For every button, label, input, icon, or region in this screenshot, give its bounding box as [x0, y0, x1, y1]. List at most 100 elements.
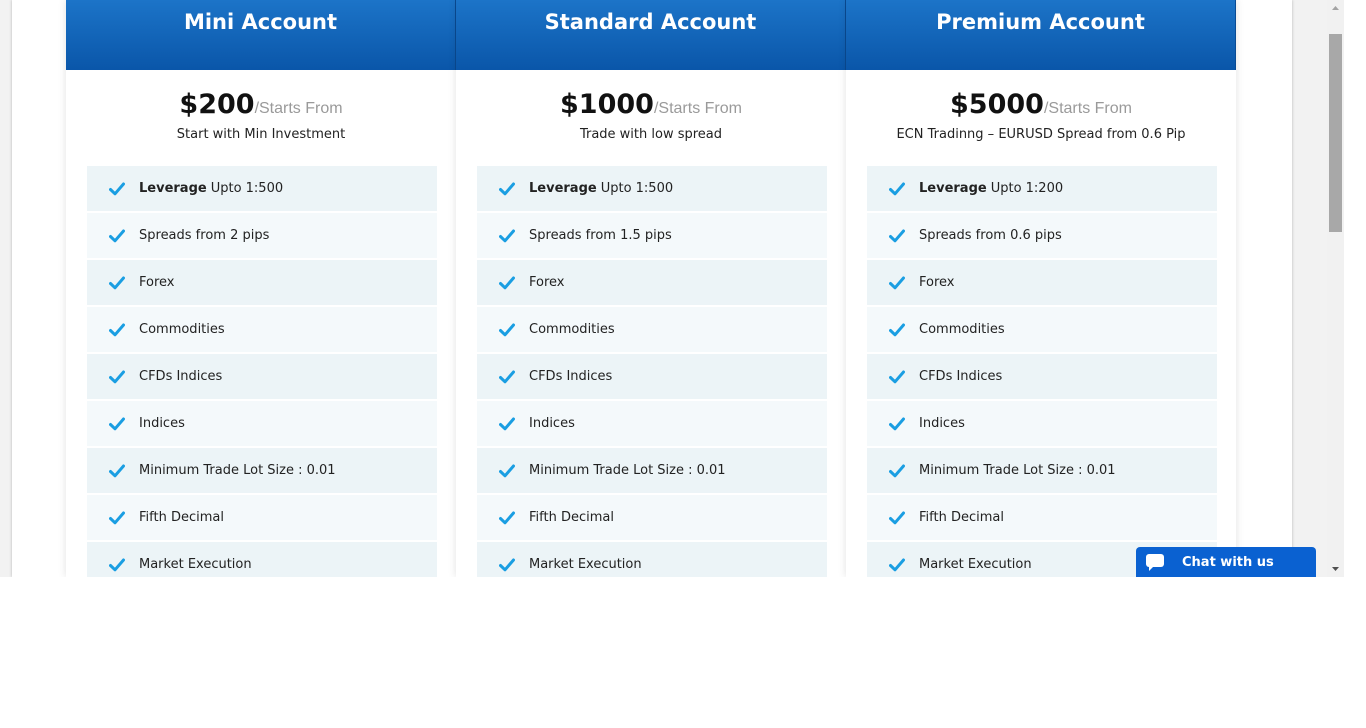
- feature-bold-label: Leverage: [529, 181, 597, 196]
- checkmark-icon: [499, 182, 515, 195]
- feature-item: Fifth Decimal: [867, 495, 1217, 540]
- checkmark-icon: [889, 558, 905, 571]
- plan-card-mini: Mini Account $200/Starts From Start with…: [66, 0, 456, 577]
- feature-item: Market Execution: [87, 542, 437, 577]
- feature-text: CFDs Indices: [529, 369, 613, 384]
- feature-bold-label: Leverage: [139, 181, 207, 196]
- checkmark-icon: [109, 370, 125, 383]
- checkmark-icon: [889, 276, 905, 289]
- feature-text: Upto 1:200: [990, 181, 1064, 196]
- checkmark-icon: [109, 182, 125, 195]
- checkmark-icon: [499, 417, 515, 430]
- scrollbar-thumb[interactable]: [1329, 34, 1342, 232]
- price-row: $5000/Starts From: [846, 89, 1236, 123]
- feature-text: Spreads from 0.6 pips: [919, 228, 1062, 243]
- feature-item: Commodities: [87, 307, 437, 352]
- browser-viewport: Mini Account $200/Starts From Start with…: [0, 0, 1344, 577]
- price-row: $1000/Starts From: [456, 89, 846, 123]
- checkmark-icon: [109, 229, 125, 242]
- feature-list: Leverage Upto 1:200 Spreads from 0.6 pips F…: [867, 166, 1217, 577]
- plan-title: Standard Account: [456, 0, 846, 70]
- feature-text: Indices: [919, 416, 965, 431]
- feature-item: Commodities: [867, 307, 1217, 352]
- checkmark-icon: [109, 276, 125, 289]
- plan-price: $200: [179, 89, 255, 120]
- feature-item: Indices: [477, 401, 827, 446]
- feature-text: Fifth Decimal: [139, 510, 224, 525]
- plan-price: $5000: [950, 89, 1044, 120]
- checkmark-icon: [889, 229, 905, 242]
- checkmark-icon: [109, 323, 125, 336]
- feature-text: Spreads from 1.5 pips: [529, 228, 672, 243]
- feature-text: Upto 1:500: [210, 181, 284, 196]
- feature-item: CFDs Indices: [477, 354, 827, 399]
- feature-text: Commodities: [919, 322, 1005, 337]
- feature-item: Minimum Trade Lot Size : 0.01: [87, 448, 437, 493]
- feature-item: Commodities: [477, 307, 827, 352]
- plan-title: Premium Account: [846, 0, 1236, 70]
- checkmark-icon: [499, 464, 515, 477]
- feature-text: Minimum Trade Lot Size : 0.01: [919, 463, 1116, 478]
- price-suffix: /Starts From: [1043, 100, 1132, 117]
- plan-subtitle: ECN Tradinng – EURUSD Spread from 0.6 Pi…: [896, 127, 1186, 142]
- plan-card-standard: Standard Account $1000/Starts From Trade…: [456, 0, 846, 577]
- feature-item: Fifth Decimal: [87, 495, 437, 540]
- checkmark-icon: [109, 464, 125, 477]
- vertical-scrollbar[interactable]: [1327, 0, 1344, 577]
- checkmark-icon: [499, 323, 515, 336]
- checkmark-icon: [499, 370, 515, 383]
- feature-item: Forex: [477, 260, 827, 305]
- feature-text: Indices: [139, 416, 185, 431]
- chat-label: Chat with us: [1182, 554, 1274, 570]
- feature-text: Fifth Decimal: [919, 510, 1004, 525]
- feature-text: CFDs Indices: [919, 369, 1003, 384]
- scroll-up-arrow-icon[interactable]: [1327, 0, 1344, 17]
- price-suffix: /Starts From: [254, 100, 343, 117]
- checkmark-icon: [889, 417, 905, 430]
- feature-text: Spreads from 2 pips: [139, 228, 270, 243]
- price-row: $200/Starts From: [66, 89, 456, 123]
- feature-item: Spreads from 1.5 pips: [477, 213, 827, 258]
- feature-item: Forex: [87, 260, 437, 305]
- feature-list: Leverage Upto 1:500 Spreads from 2 pips For…: [87, 166, 437, 577]
- plan-card-premium: Premium Account $5000/Starts From ECN Tr…: [846, 0, 1236, 577]
- chat-bubble-icon: [1145, 552, 1165, 572]
- checkmark-icon: [889, 323, 905, 336]
- plan-title: Mini Account: [66, 0, 456, 70]
- chat-button[interactable]: Chat with us: [1136, 547, 1316, 577]
- feature-item: Spreads from 2 pips: [87, 213, 437, 258]
- checkmark-icon: [109, 511, 125, 524]
- feature-text: Forex: [139, 275, 175, 290]
- checkmark-icon: [109, 417, 125, 430]
- feature-text: Fifth Decimal: [529, 510, 614, 525]
- checkmark-icon: [889, 511, 905, 524]
- feature-item: CFDs Indices: [87, 354, 437, 399]
- plan-subtitle: Trade with low spread: [579, 127, 723, 142]
- page-content: Mini Account $200/Starts From Start with…: [12, 0, 1292, 577]
- plan-subtitle: Start with Min Investment: [176, 127, 346, 142]
- feature-text: Commodities: [139, 322, 225, 337]
- feature-text: CFDs Indices: [139, 369, 223, 384]
- checkmark-icon: [889, 464, 905, 477]
- feature-item: Indices: [867, 401, 1217, 446]
- checkmark-icon: [889, 370, 905, 383]
- feature-text: Minimum Trade Lot Size : 0.01: [139, 463, 336, 478]
- checkmark-icon: [889, 182, 905, 195]
- feature-text: Forex: [529, 275, 565, 290]
- feature-item: Forex: [867, 260, 1217, 305]
- feature-text: Commodities: [529, 322, 615, 337]
- checkmark-icon: [499, 511, 515, 524]
- price-suffix: /Starts From: [653, 100, 742, 117]
- feature-item: Spreads from 0.6 pips: [867, 213, 1217, 258]
- feature-item: Market Execution: [477, 542, 827, 577]
- feature-item: Fifth Decimal: [477, 495, 827, 540]
- feature-text: Market Execution: [919, 557, 1032, 572]
- feature-text: Market Execution: [529, 557, 642, 572]
- scroll-down-arrow-icon[interactable]: [1327, 560, 1344, 577]
- checkmark-icon: [499, 558, 515, 571]
- feature-item: CFDs Indices: [867, 354, 1217, 399]
- feature-list: Leverage Upto 1:500 Spreads from 1.5 pips F…: [477, 166, 827, 577]
- feature-item: Leverage Upto 1:500: [477, 166, 827, 211]
- feature-item: Leverage Upto 1:500: [87, 166, 437, 211]
- feature-text: Market Execution: [139, 557, 252, 572]
